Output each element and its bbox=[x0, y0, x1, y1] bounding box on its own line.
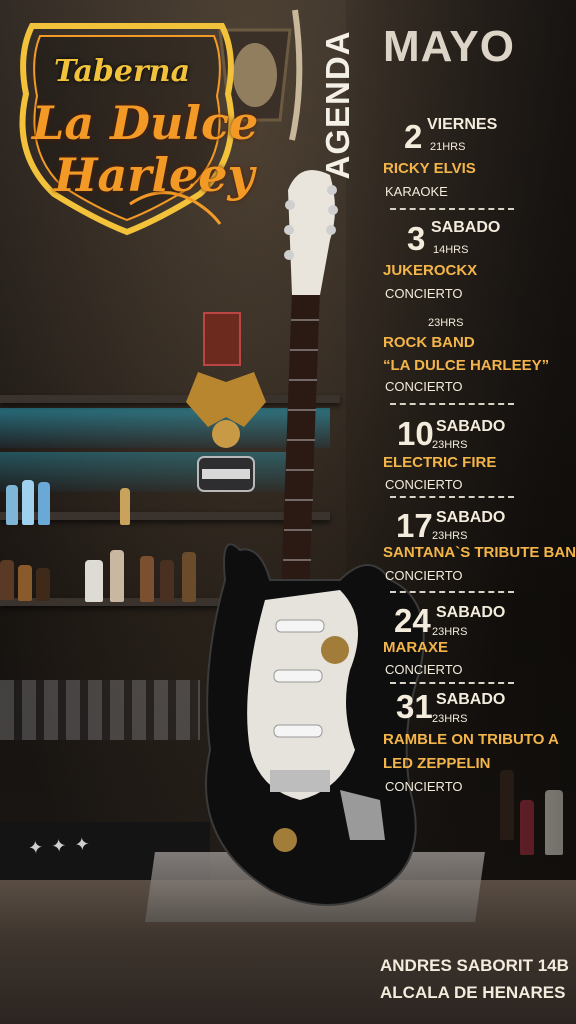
bottle bbox=[6, 485, 18, 525]
event-type: CONCIERTO bbox=[385, 568, 463, 583]
bottle bbox=[120, 488, 130, 525]
event-name: RICKY ELVIS bbox=[383, 160, 476, 177]
event-name: ELECTRIC FIRE bbox=[383, 454, 497, 471]
event-day-name: VIERNES bbox=[427, 116, 498, 133]
brand-logo: Taberna La Dulce Harleey bbox=[10, 14, 258, 236]
month-title: MAYO bbox=[383, 22, 515, 71]
dashed-divider bbox=[390, 208, 514, 210]
event-day-number: 10 bbox=[397, 415, 434, 452]
dashed-divider bbox=[390, 496, 514, 498]
bottle bbox=[85, 560, 103, 602]
logo-line-harleey: Harleey bbox=[54, 148, 255, 202]
bar-mat-brand: ✦ ✦ ✦ bbox=[27, 833, 92, 860]
event-name-line1: RAMBLE ON TRIBUTO A bbox=[383, 731, 559, 748]
event-name: MARAXE bbox=[383, 639, 449, 656]
event-day-name: SABADO bbox=[436, 604, 506, 621]
event-day-name: SABADO bbox=[436, 691, 506, 708]
bottle bbox=[110, 550, 124, 602]
event-name-line2: LED ZEPPELIN bbox=[383, 755, 491, 772]
event-name: JUKEROCKX bbox=[383, 262, 478, 279]
event-time: 23HRS bbox=[432, 713, 468, 725]
dashed-divider bbox=[390, 591, 514, 593]
event-time: 14HRS bbox=[433, 244, 469, 256]
event-day-number: 2 bbox=[404, 118, 423, 155]
event-time: 21HRS bbox=[430, 141, 466, 153]
event-time: 23HRS bbox=[432, 530, 468, 542]
logo-line-la-dulce: La Dulce bbox=[32, 96, 259, 150]
event-type: CONCIERTO bbox=[385, 477, 463, 492]
event-name: SANTANA`S TRIBUTE BAND bbox=[383, 544, 576, 561]
address-city: ALCALA DE HENARES bbox=[380, 983, 566, 1002]
agenda-label: AGENDA bbox=[319, 30, 356, 180]
event-day-number: 31 bbox=[396, 688, 433, 725]
event-type: CONCIERTO bbox=[385, 286, 463, 301]
event-name-line2: “LA DULCE HARLEEY” bbox=[383, 357, 550, 374]
bottle bbox=[38, 482, 50, 525]
event-day-number: 17 bbox=[396, 507, 433, 544]
bottle bbox=[18, 565, 32, 601]
event-type: CONCIERTO bbox=[385, 779, 463, 794]
bottle bbox=[36, 568, 50, 601]
dashed-divider bbox=[390, 403, 514, 405]
bottle bbox=[160, 560, 174, 602]
bottle bbox=[140, 556, 154, 602]
dashed-divider bbox=[390, 682, 514, 684]
logo-line-taberna: Taberna bbox=[54, 54, 191, 89]
event-time: 23HRS bbox=[428, 317, 464, 329]
event-type: CONCIERTO bbox=[385, 379, 463, 394]
event-day-name: SABADO bbox=[436, 509, 506, 526]
bottle bbox=[22, 480, 34, 525]
bottle bbox=[0, 560, 14, 600]
event-time: 23HRS bbox=[432, 439, 468, 451]
event-day-name: SABADO bbox=[436, 418, 506, 435]
event-day-number: 3 bbox=[407, 220, 426, 257]
event-type: CONCIERTO bbox=[385, 662, 463, 677]
agenda-heading: AGENDA bbox=[313, 30, 363, 180]
address-street: ANDRES SABORIT 14B bbox=[380, 956, 569, 975]
event-day-number: 24 bbox=[394, 602, 431, 639]
glass-rack bbox=[0, 680, 200, 740]
event-day-name: SABADO bbox=[431, 219, 501, 236]
event-time: 23HRS bbox=[432, 626, 468, 638]
event-type: KARAOKE bbox=[385, 184, 448, 199]
event-name-line1: ROCK BAND bbox=[383, 334, 475, 351]
